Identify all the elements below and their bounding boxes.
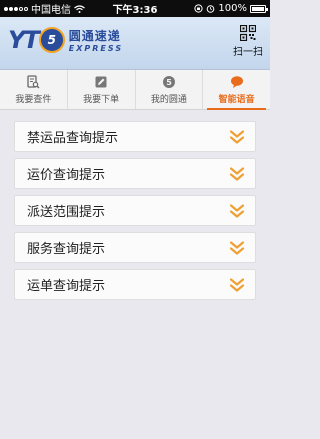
app-header: YT 5 圆通速递 EXPRESS 扫一扫: [0, 17, 270, 70]
wifi-icon: [74, 4, 85, 13]
svg-text:5: 5: [166, 78, 172, 87]
tab-label: 我要下单: [83, 94, 120, 105]
tab-my-yto[interactable]: 5 我的圆通: [136, 70, 204, 109]
list-item-label: 禁运品查询提示: [27, 131, 119, 146]
list-item-label: 服务查询提示: [27, 242, 106, 257]
list-item-service-inquiry[interactable]: 服务查询提示: [14, 232, 256, 263]
tab-label: 我要查件: [15, 94, 52, 105]
search-document-icon: [27, 74, 40, 88]
yto-logo: YT 5 圆通速递 EXPRESS: [8, 26, 123, 54]
tab-track-package[interactable]: 我要查件: [0, 70, 68, 109]
list-item-delivery-range[interactable]: 派送范围提示: [14, 195, 256, 226]
scan-label: 扫一扫: [233, 47, 263, 58]
logo-text: 圆通速递 EXPRESS: [69, 27, 123, 53]
tab-place-order[interactable]: 我要下单: [68, 70, 136, 109]
pencil-icon: [95, 76, 107, 87]
status-bar: 中国电信 下午3:36 100%: [0, 0, 270, 17]
list-item-prohibited-items[interactable]: 禁运品查询提示: [14, 121, 256, 152]
tab-label: 我的圆通: [150, 94, 187, 105]
speech-bubble-icon: [230, 75, 243, 88]
scan-button[interactable]: 扫一扫: [232, 25, 264, 58]
signal-icon: [4, 6, 28, 11]
alarm-icon: [207, 5, 215, 13]
battery-icon: [250, 4, 268, 13]
tab-bar: 我要查件 我要下单 5 我的圆通 智能语音: [0, 70, 270, 110]
carrier-name: 中国电信: [31, 5, 71, 16]
logo-mark: YT: [8, 26, 40, 54]
logo-english: EXPRESS: [68, 44, 124, 53]
logo-circle: 5: [38, 27, 65, 53]
status-left: 中国电信: [4, 1, 104, 16]
logo-chinese: 圆通速递: [68, 29, 121, 43]
list-item-waybill-inquiry[interactable]: 运单查询提示: [14, 269, 256, 300]
prompt-list: 禁运品查询提示 运价查询提示 派送范围提示 服务查询提示 运单查询提示: [14, 121, 256, 306]
double-chevron-down-icon: [229, 203, 245, 218]
qr-code-icon: [240, 25, 256, 41]
status-right: 100%: [166, 3, 268, 14]
double-chevron-down-icon: [229, 129, 245, 144]
double-chevron-down-icon: [229, 240, 245, 255]
tab-label: 智能语音: [218, 94, 255, 105]
double-chevron-down-icon: [229, 277, 245, 292]
list-item-label: 运价查询提示: [27, 168, 106, 183]
list-item-label: 派送范围提示: [27, 205, 106, 220]
list-item-label: 运单查询提示: [27, 279, 106, 294]
status-time: 下午3:36: [112, 5, 158, 16]
tab-smart-voice[interactable]: 智能语音: [203, 70, 270, 110]
battery-percent: 100%: [218, 3, 247, 14]
list-item-shipping-rates[interactable]: 运价查询提示: [14, 158, 256, 189]
yto-logo-icon: 5: [162, 75, 175, 88]
lock-rotation-icon: [194, 4, 204, 13]
double-chevron-down-icon: [229, 166, 245, 181]
